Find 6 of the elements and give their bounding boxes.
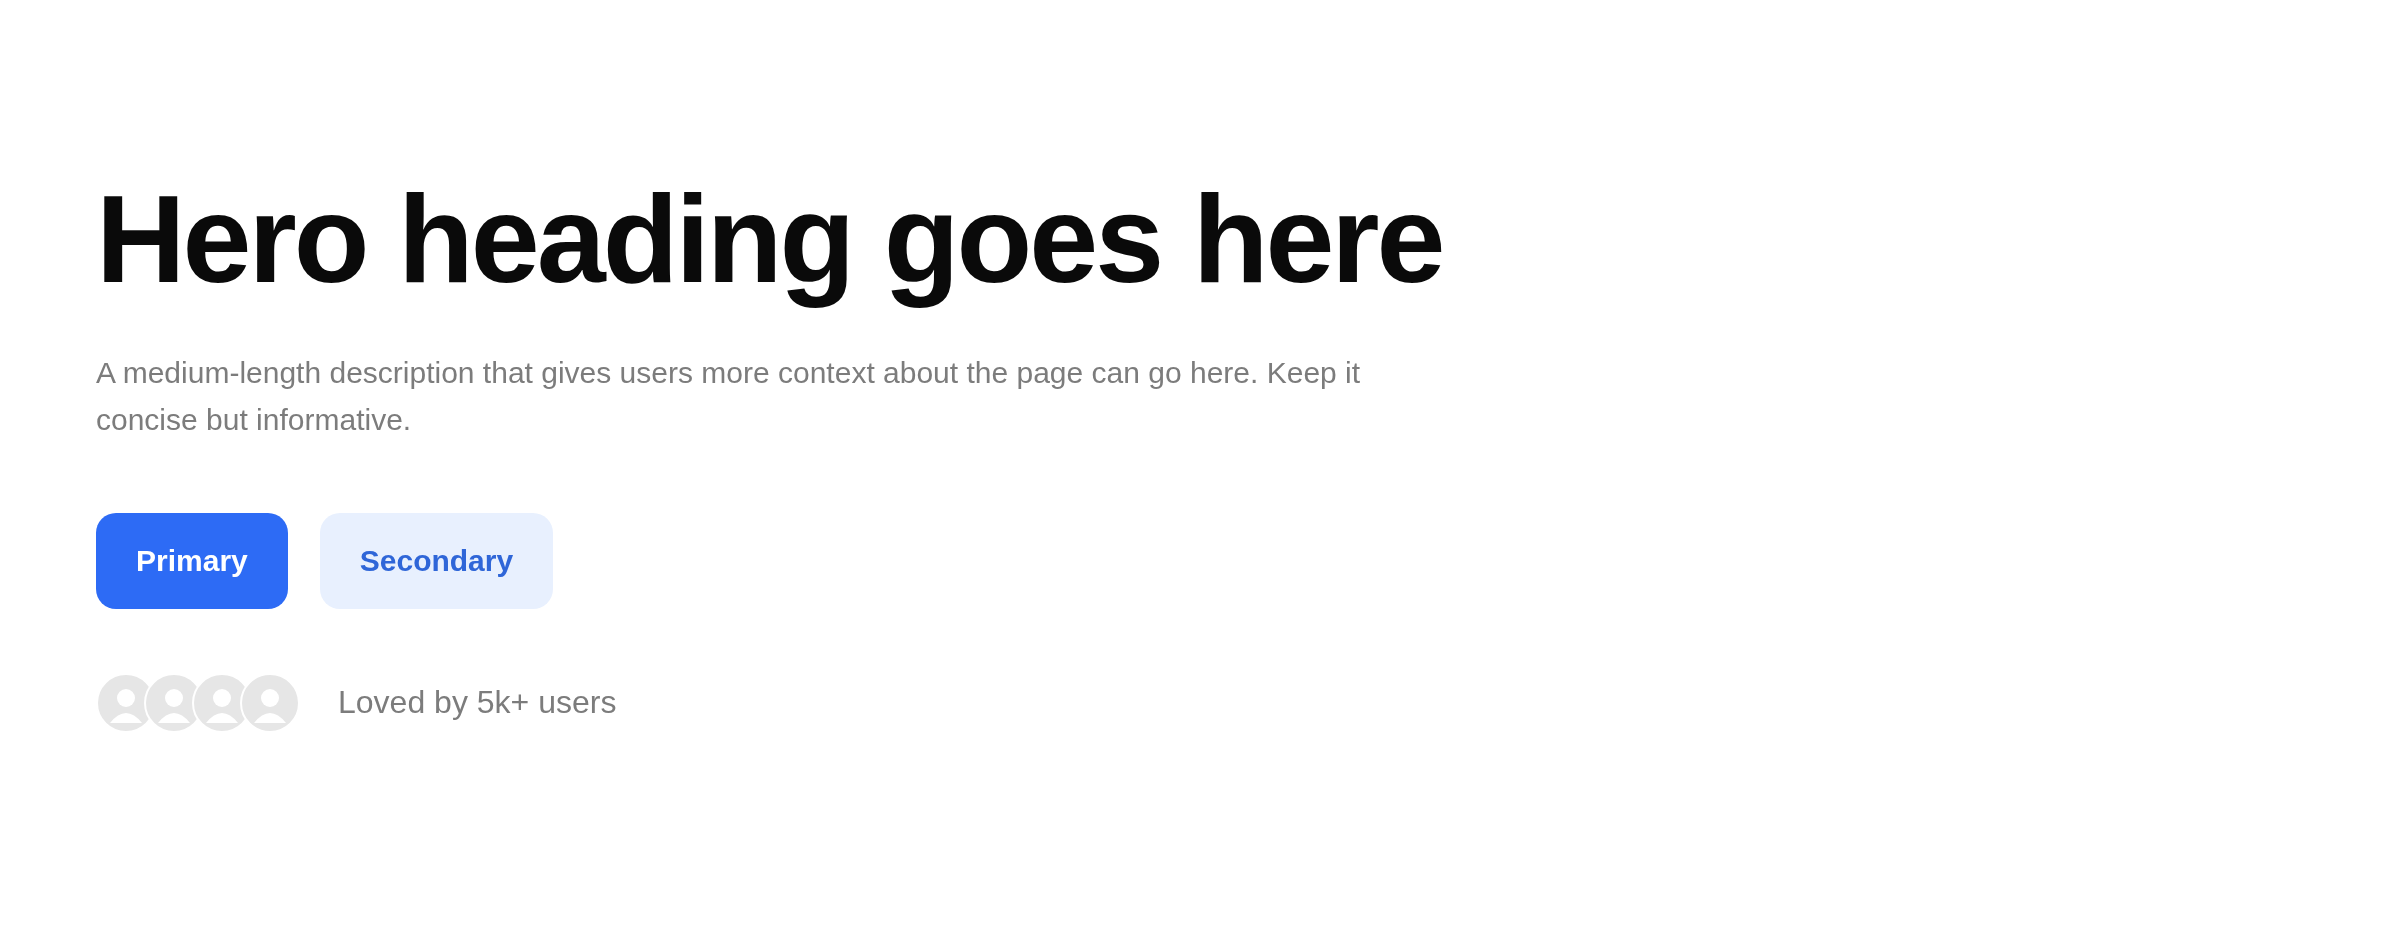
hero-description: A medium-length description that gives users more context about the page can go here. Keep it concise but informative. bbox=[96, 354, 1362, 438]
avatar-icon bbox=[240, 672, 300, 733]
hero-heading: Hero heading goes here bbox=[96, 169, 1443, 310]
social-proof-text: Loved by 5k+ users bbox=[338, 684, 617, 722]
primary-button[interactable]: Primary bbox=[96, 512, 288, 609]
secondary-button[interactable]: Secondary bbox=[319, 512, 554, 609]
